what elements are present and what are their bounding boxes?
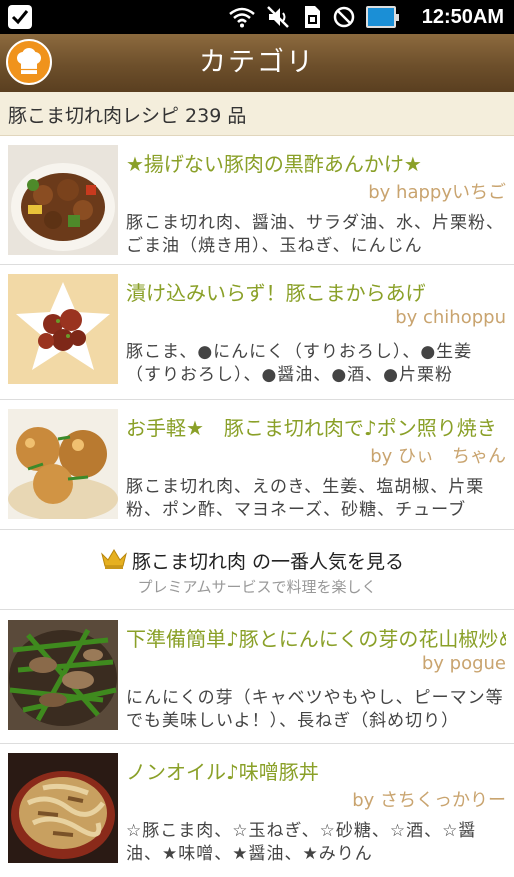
recipe-ingredients: 豚こま切れ肉、醤油、サラダ油、水、片栗粉、ごま油（焼き用）、玉ねぎ、にんじん: [126, 213, 504, 256]
no-signal-icon: [333, 6, 355, 28]
recipe-thumbnail: [8, 145, 118, 255]
status-icons: [228, 4, 399, 30]
recipe-author: by happyいちご: [368, 182, 506, 203]
premium-title: 豚こま切れ肉 の一番人気を見る: [132, 551, 405, 573]
recipe-thumbnail: [8, 274, 118, 384]
recipe-count-bar: 豚こま切れ肉レシピ 239 品: [0, 92, 514, 136]
recipe-thumbnail: [8, 409, 118, 519]
mute-icon: [267, 6, 289, 28]
checkmark-icon: [8, 5, 32, 29]
recipe-title: お手軽★ 豚こま切れ肉で♪ポン照り焼き: [126, 416, 497, 440]
recipe-author: by さちくっかりー: [352, 790, 506, 811]
recipe-ingredients: にんにくの芽（キャベツやもやし、ピーマン等でも美味しいよ！）、長ねぎ（斜め切り）: [126, 688, 504, 731]
recipe-ingredients: ☆豚こま肉、☆玉ねぎ、☆砂糖、☆酒、☆醤油、★味噌、★醤油、★みりん: [126, 821, 477, 864]
recipe-thumbnail: [8, 620, 118, 730]
clock: 12:50AM: [421, 6, 504, 28]
recipe-item[interactable]: 漬け込みいらず！豚こまからあげ by chihoppu 豚こま、●にんにく（すり…: [0, 265, 514, 400]
sim-icon: [305, 6, 320, 28]
recipe-title: 下準備簡単♪豚とにんにくの芽の花山椒炒め: [126, 627, 506, 651]
recipe-item[interactable]: ノンオイル♪味噌豚丼 by さちくっかりー ☆豚こま肉、☆玉ねぎ、☆砂糖、☆酒、…: [0, 744, 514, 877]
recipe-ingredients: 豚こま、●にんにく（すりおろし）、●生姜（すりおろし）、●醤油、●酒、●片栗粉: [126, 342, 473, 385]
recipe-item[interactable]: お手軽★ 豚こま切れ肉で♪ポン照り焼き by ひぃ ちゃん 豚こま切れ肉、えのき…: [0, 400, 514, 530]
recipe-count: 豚こま切れ肉レシピ 239 品: [8, 105, 247, 127]
recipe-title: ノンオイル♪味噌豚丼: [126, 760, 319, 784]
recipe-title: 漬け込みいらず！豚こまからあげ: [126, 281, 426, 305]
page-title: カテゴリ: [199, 47, 315, 78]
recipe-thumbnail: [8, 753, 118, 863]
recipe-author: by ひぃ ちゃん: [370, 446, 506, 467]
premium-popular-link[interactable]: 豚こま切れ肉 の一番人気を見る プレミアムサービスで料理を楽しく: [0, 530, 514, 610]
recipe-item[interactable]: 下準備簡単♪豚とにんにくの芽の花山椒炒め by pogue にんにくの芽（キャベ…: [0, 611, 514, 744]
recipe-author: by pogue: [421, 653, 506, 674]
recipe-author: by chihoppu: [395, 307, 506, 328]
recipe-item[interactable]: ★揚げない豚肉の黒酢あんかけ★ by happyいちご 豚こま切れ肉、醤油、サラ…: [0, 136, 514, 265]
recipe-title: ★揚げない豚肉の黒酢あんかけ★: [126, 152, 422, 176]
recipe-ingredients: 豚こま切れ肉、えのき、生姜、塩胡椒、片栗粉、ポン酢、マヨネーズ、砂糖、チューブ: [126, 477, 485, 520]
chef-hat-icon[interactable]: [6, 39, 52, 85]
status-bar: 12:50AM: [0, 0, 514, 34]
battery-icon: [366, 6, 399, 28]
crown-icon: [101, 549, 127, 569]
premium-subtitle: プレミアムサービスで料理を楽しく: [137, 578, 377, 596]
title-bar: カテゴリ: [0, 34, 514, 92]
wifi-icon: [229, 7, 255, 28]
